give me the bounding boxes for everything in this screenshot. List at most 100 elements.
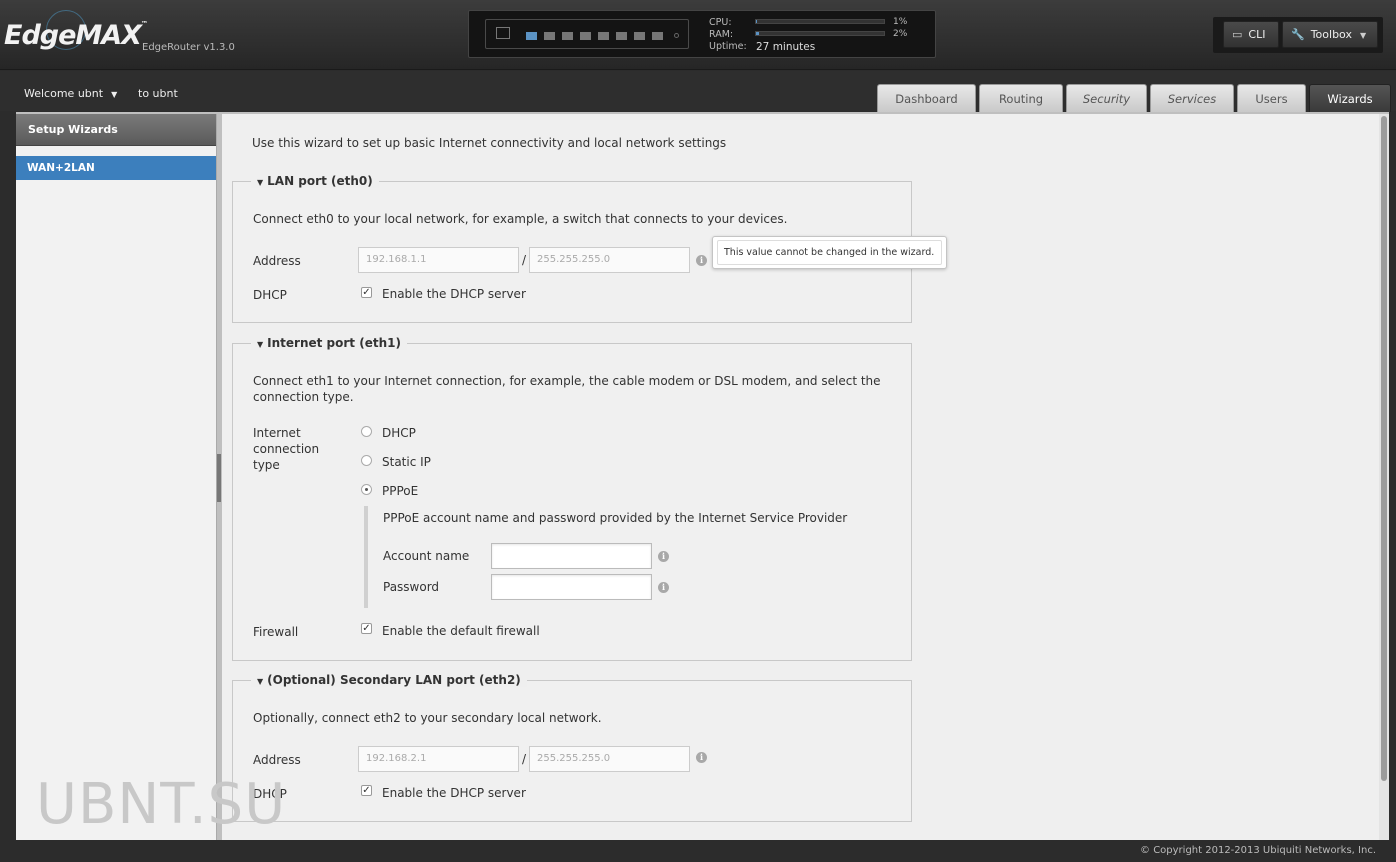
lan-ip-field[interactable]: 192.168.1.1 — [358, 247, 519, 273]
secondary-ip-field[interactable]: 192.168.2.1 — [358, 746, 519, 772]
toolbar: ▭ CLI 🔧 Toolbox ▼ — [1213, 17, 1383, 53]
footer: © Copyright 2012-2013 Ubiquiti Networks,… — [0, 840, 1396, 862]
scrollbar-thumb[interactable] — [1381, 116, 1387, 781]
cpu-bar-fill — [756, 20, 758, 23]
internet-section-toggle[interactable]: ▼ Internet port (eth1) — [251, 336, 407, 350]
port-eth1-icon — [544, 32, 555, 40]
secondary-slash: / — [522, 752, 527, 766]
wrench-icon: 🔧 — [1291, 28, 1305, 41]
port-eth2-icon — [562, 32, 573, 40]
console-port-icon — [496, 27, 510, 39]
lan-address-label: Address — [253, 254, 301, 268]
pppoe-description: PPPoE account name and password provided… — [383, 511, 848, 525]
tab-users[interactable]: Users — [1237, 84, 1306, 112]
top-bar: EdgeMAX™ EdgeRouter v1.3.0 CPU: 1% RAM: … — [0, 0, 1396, 70]
tab-routing[interactable]: Routing — [979, 84, 1063, 112]
checkmark-icon: ✓ — [362, 287, 371, 298]
secondary-address-label: Address — [253, 753, 301, 767]
status-led-icon — [674, 33, 679, 38]
password-label: Password — [383, 580, 440, 594]
secondary-netmask-field[interactable]: 255.255.255.0 — [529, 746, 690, 772]
tooltip: This value cannot be changed in the wiza… — [712, 236, 947, 269]
internet-port-section: ▼ Internet port (eth1) Connect eth1 to yo… — [232, 336, 912, 661]
cpu-label: CPU: — [709, 17, 732, 28]
tab-dashboard[interactable]: Dashboard — [877, 84, 976, 112]
port-eth5-icon — [616, 32, 627, 40]
sidebar-title: Setup Wizards — [16, 114, 216, 146]
firewall-option: Enable the default firewall — [382, 624, 540, 638]
port-eth3-icon — [580, 32, 591, 40]
info-icon[interactable]: i — [696, 255, 707, 266]
pppoe-radio-label: PPPoE — [382, 484, 419, 498]
uptime-label: Uptime: — [709, 41, 747, 52]
lan-description: Connect eth0 to your local network, for … — [253, 212, 788, 226]
sidebar-item-wan-2lan[interactable]: WAN+2LAN — [16, 156, 216, 180]
nav-bar: Welcome ubnt ▼ to ubnt Dashboard Routing … — [0, 71, 1396, 112]
port-status — [485, 19, 689, 49]
secondary-lan-section: ▼ (Optional) Secondary LAN port (eth2) Op… — [232, 673, 912, 822]
scrollbar[interactable] — [1379, 114, 1389, 840]
resize-handle[interactable] — [217, 454, 221, 502]
terminal-icon: ▭ — [1232, 28, 1243, 41]
wizard-content: Use this wizard to set up basic Internet… — [222, 114, 1379, 840]
device-status-panel: CPU: 1% RAM: 2% Uptime: 27 minutes — [468, 10, 936, 58]
checkmark-icon: ✓ — [362, 623, 371, 634]
internet-description: Connect eth1 to your Internet connection… — [253, 374, 881, 404]
secondary-dhcp-option: Enable the DHCP server — [382, 786, 526, 800]
password-input[interactable] — [491, 574, 652, 600]
user-to-label: to ubnt — [138, 87, 178, 100]
firewall-checkbox[interactable]: ✓ — [361, 623, 372, 634]
ram-bar — [755, 31, 885, 36]
pppoe-group-divider — [364, 506, 368, 608]
tab-wizards[interactable]: Wizards — [1309, 84, 1391, 112]
edgemax-logo: EdgeMAX™ — [4, 20, 148, 51]
info-icon[interactable]: i — [658, 582, 669, 593]
cli-button[interactable]: ▭ CLI — [1223, 21, 1279, 48]
account-name-label: Account name — [383, 549, 470, 563]
pppoe-radio[interactable] — [361, 484, 372, 495]
lan-section-toggle[interactable]: ▼ LAN port (eth0) — [251, 174, 379, 188]
dhcp-radio[interactable] — [361, 426, 372, 437]
connection-type-label: Internet connection type — [253, 426, 320, 472]
lan-slash: / — [522, 253, 527, 267]
sidebar: Setup Wizards WAN+2LAN — [16, 114, 217, 840]
toolbox-button[interactable]: 🔧 Toolbox ▼ — [1282, 21, 1378, 48]
port-eth4-icon — [598, 32, 609, 40]
chevron-down-icon: ▼ — [257, 677, 264, 686]
ram-label: RAM: — [709, 29, 734, 40]
secondary-section-toggle[interactable]: ▼ (Optional) Secondary LAN port (eth2) — [251, 673, 527, 687]
static-ip-radio-label: Static IP — [382, 455, 431, 469]
checkmark-icon: ✓ — [362, 785, 371, 796]
copyright: © Copyright 2012-2013 Ubiquiti Networks,… — [1140, 845, 1376, 856]
info-icon[interactable]: i — [658, 551, 669, 562]
lan-netmask-field[interactable]: 255.255.255.0 — [529, 247, 690, 273]
lan-dhcp-checkbox[interactable]: ✓ — [361, 287, 372, 298]
cpu-value: 1% — [893, 17, 908, 27]
chevron-down-icon: ▼ — [111, 90, 118, 99]
account-name-input[interactable] — [491, 543, 652, 569]
chevron-down-icon: ▼ — [1359, 31, 1367, 40]
chevron-down-icon: ▼ — [257, 178, 264, 187]
tab-security[interactable]: Security — [1066, 84, 1147, 112]
static-ip-radio[interactable] — [361, 455, 372, 466]
ram-value: 2% — [893, 29, 908, 39]
info-icon[interactable]: i — [696, 752, 707, 763]
dhcp-radio-label: DHCP — [382, 426, 416, 440]
main-area: Setup Wizards WAN+2LAN Use this wizard t… — [16, 112, 1389, 840]
wizard-intro: Use this wizard to set up basic Internet… — [252, 136, 727, 150]
firmware-version: EdgeRouter v1.3.0 — [142, 42, 235, 53]
port-eth6-icon — [634, 32, 645, 40]
firewall-label: Firewall — [253, 625, 299, 639]
uptime-value: 27 minutes — [756, 41, 816, 53]
chevron-down-icon: ▼ — [257, 340, 264, 349]
ram-bar-fill — [756, 32, 759, 35]
secondary-description: Optionally, connect eth2 to your seconda… — [253, 711, 602, 725]
secondary-dhcp-checkbox[interactable]: ✓ — [361, 785, 372, 796]
port-eth0-icon — [526, 32, 537, 40]
watermark: UBNT.SU — [36, 772, 287, 837]
lan-dhcp-option: Enable the DHCP server — [382, 287, 526, 301]
tab-services[interactable]: Services — [1150, 84, 1234, 112]
cpu-bar — [755, 19, 885, 24]
user-menu[interactable]: Welcome ubnt ▼ — [24, 87, 117, 100]
port-eth7-icon — [652, 32, 663, 40]
